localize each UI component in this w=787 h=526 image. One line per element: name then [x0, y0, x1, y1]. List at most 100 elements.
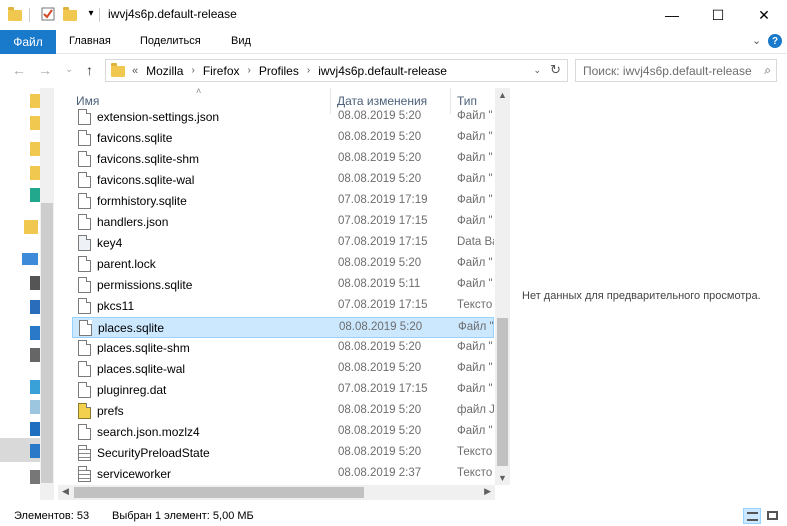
file-row[interactable]: parent.lock 08.08.2019 5:20 Файл " [72, 254, 494, 275]
file-type: Файл " [458, 321, 494, 333]
maximize-button[interactable]: ☐ [695, 0, 741, 30]
file-date-modified: 08.08.2019 5:20 [338, 257, 422, 269]
file-type: Файл " [457, 131, 493, 143]
file-icon [78, 382, 91, 398]
scroll-down-icon[interactable]: ▼ [498, 473, 507, 483]
onedrive-folder-icon[interactable] [30, 188, 40, 202]
file-row[interactable]: pkcs11 07.08.2019 17:15 Тексто [72, 296, 494, 317]
scroll-up-icon[interactable]: ▲ [498, 90, 507, 100]
file-icon [78, 277, 91, 293]
music-icon[interactable] [30, 400, 40, 414]
this-pc-icon[interactable] [22, 253, 38, 265]
column-type[interactable]: Тип [457, 94, 477, 108]
recent-locations-icon[interactable]: ⌄ [65, 64, 73, 75]
folder-icon[interactable] [30, 166, 40, 180]
file-list-horizontal-scrollbar[interactable]: ◀ ▶ [58, 485, 495, 500]
search-input[interactable]: Поиск: iwvj4s6p.default-release ⌕ [575, 59, 777, 82]
file-row[interactable]: places.sqlite 08.08.2019 5:20 Файл " [72, 317, 494, 338]
new-folder-icon[interactable] [63, 7, 77, 21]
breadcrumb-mozilla[interactable]: Mozilla [146, 64, 183, 78]
file-type: Файл " [457, 425, 493, 437]
file-row[interactable]: favicons.sqlite 08.08.2019 5:20 Файл " [72, 128, 494, 149]
file-row[interactable]: places.sqlite-shm 08.08.2019 5:20 Файл " [72, 338, 494, 359]
documents-icon[interactable] [30, 348, 40, 362]
local-disk-icon[interactable] [30, 444, 40, 458]
breadcrumb-separator-icon[interactable]: › [248, 65, 251, 76]
file-row[interactable]: serviceworker 08.08.2019 2:37 Тексто [72, 464, 494, 485]
file-row[interactable]: extension-settings.json 08.08.2019 5:20 Фа… [72, 107, 494, 128]
address-dropdown-icon[interactable]: ⌄ [533, 65, 541, 76]
horizontal-scroll-thumb[interactable] [74, 487, 364, 498]
file-type: Файл " [457, 152, 493, 164]
address-bar[interactable]: « Mozilla › Firefox › Profiles › iwvj4s6… [105, 59, 568, 82]
scroll-right-icon[interactable]: ▶ [484, 486, 491, 497]
tab-home[interactable]: Главная [69, 35, 111, 47]
file-type: Файл " [457, 278, 493, 290]
file-row[interactable]: key4 07.08.2019 17:15 Data Ba [72, 233, 494, 254]
text-file-icon [78, 445, 91, 461]
file-row[interactable]: formhistory.sqlite 07.08.2019 17:19 Файл " [72, 191, 494, 212]
tab-file[interactable]: Файл [0, 30, 56, 54]
up-button[interactable]: ↑ [86, 62, 93, 78]
file-row[interactable]: handlers.json 07.08.2019 17:15 Файл " [72, 212, 494, 233]
folder-icon[interactable] [24, 220, 38, 234]
breadcrumb-profile-folder[interactable]: iwvj4s6p.default-release [318, 64, 447, 78]
file-list-vertical-scrollbar[interactable]: ▲ ▼ [495, 88, 510, 485]
scroll-left-icon[interactable]: ◀ [62, 486, 69, 497]
navigation-pane-scroll-thumb[interactable] [41, 203, 53, 483]
vertical-scroll-thumb[interactable] [497, 318, 508, 466]
selection-info: Выбран 1 элемент: 5,00 МБ [112, 510, 254, 522]
tab-view[interactable]: Вид [231, 35, 251, 47]
quick-access-folder-icon[interactable] [30, 94, 40, 108]
details-view-button[interactable] [743, 508, 761, 524]
file-row[interactable]: prefs 08.08.2019 5:20 файл J [72, 401, 494, 422]
videos-icon[interactable] [30, 422, 40, 436]
file-icon [78, 298, 91, 314]
file-row[interactable]: favicons.sqlite-wal 08.08.2019 5:20 Файл " [72, 170, 494, 191]
file-list[interactable]: ˄ Имя Дата изменения Тип extension-setti… [58, 88, 510, 500]
file-name: permissions.sqlite [97, 278, 193, 292]
pictures-icon[interactable] [30, 380, 40, 394]
refresh-icon[interactable]: ↻ [550, 62, 561, 78]
folder-icon[interactable] [30, 142, 40, 156]
forward-button[interactable]: → [38, 62, 52, 78]
ribbon-tabs: Файл Главная Поделиться Вид ⌄ ? [0, 30, 787, 54]
properties-icon[interactable] [40, 6, 56, 22]
file-icon [78, 172, 91, 188]
back-button[interactable]: ← [12, 62, 26, 78]
file-row[interactable]: search.json.mozlz4 08.08.2019 5:20 Файл " [72, 422, 494, 443]
window-folder-icon [8, 7, 22, 21]
file-row[interactable]: SecurityPreloadState 08.08.2019 5:20 Текст… [72, 443, 494, 464]
tab-share[interactable]: Поделиться [140, 35, 201, 47]
search-icon[interactable]: ⌕ [764, 63, 771, 78]
file-row[interactable]: favicons.sqlite-shm 08.08.2019 5:20 Файл " [72, 149, 494, 170]
file-date-modified: 08.08.2019 5:20 [338, 362, 422, 374]
column-name[interactable]: Имя [76, 94, 99, 108]
file-name: places.sqlite [98, 321, 165, 335]
breadcrumb-overflow[interactable]: « [132, 65, 138, 77]
file-row[interactable]: places.sqlite-wal 08.08.2019 5:20 Файл " [72, 359, 494, 380]
file-row[interactable]: pluginreg.dat 07.08.2019 17:15 Файл " [72, 380, 494, 401]
file-date-modified: 08.08.2019 5:20 [338, 131, 422, 143]
desktop-icon[interactable] [30, 300, 40, 314]
navigation-bar: ← → ⌄ ↑ « Mozilla › Firefox › Profiles ›… [0, 54, 787, 88]
objects-icon[interactable] [30, 276, 40, 290]
drive-icon[interactable] [30, 470, 40, 484]
folder-icon[interactable] [30, 116, 40, 130]
ribbon-expand-icon[interactable]: ⌄ [752, 34, 761, 47]
file-name: search.json.mozlz4 [97, 425, 200, 439]
breadcrumb-separator-icon[interactable]: › [191, 65, 194, 76]
customize-toolbar-icon[interactable]: ▾ [83, 6, 99, 22]
large-icons-view-button[interactable] [764, 508, 782, 524]
navigation-pane[interactable] [0, 88, 56, 500]
column-date-modified[interactable]: Дата изменения [337, 94, 427, 108]
breadcrumb-firefox[interactable]: Firefox [203, 64, 240, 78]
downloads-icon[interactable] [30, 326, 40, 340]
close-button[interactable]: ✕ [741, 0, 787, 30]
breadcrumb-separator-icon[interactable]: › [307, 65, 310, 76]
file-date-modified: 08.08.2019 5:20 [338, 173, 422, 185]
help-icon[interactable]: ? [768, 34, 782, 48]
minimize-button[interactable]: — [649, 0, 695, 30]
breadcrumb-profiles[interactable]: Profiles [259, 64, 299, 78]
file-row[interactable]: permissions.sqlite 08.08.2019 5:11 Файл " [72, 275, 494, 296]
